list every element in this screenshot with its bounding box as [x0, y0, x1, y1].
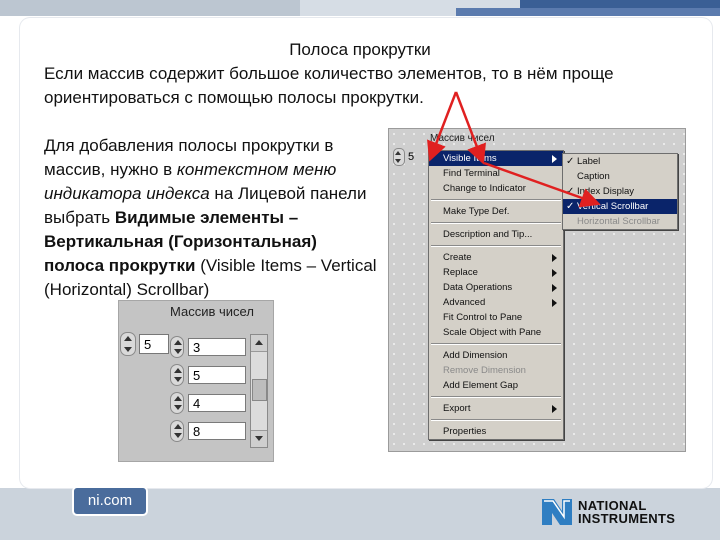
- menu-separator: [431, 199, 561, 201]
- ni-eagle-logo-icon: [542, 499, 572, 525]
- index-spinner[interactable]: [120, 332, 136, 356]
- menu-item-label: Visible Items: [443, 153, 497, 164]
- array-element: 4: [170, 392, 246, 414]
- menu-item-advanced[interactable]: Advanced: [429, 295, 563, 310]
- menu-item-create[interactable]: Create: [429, 250, 563, 265]
- element-spinner[interactable]: [170, 364, 184, 386]
- menu-item-label: Create: [443, 252, 472, 263]
- banner-segment: [0, 0, 300, 16]
- index-display: 5: [120, 332, 169, 356]
- website-badge[interactable]: ni.com: [72, 486, 148, 516]
- submenu-arrow-icon: [552, 269, 557, 277]
- visible-items-submenu: ✓ Label Caption ✓ Index Display ✓ Vertical Scr…: [562, 153, 678, 230]
- shot-array-label: Массив чисел: [430, 133, 495, 144]
- scroll-down-icon[interactable]: [251, 430, 267, 447]
- element-spinner[interactable]: [170, 420, 184, 442]
- scroll-up-icon[interactable]: [251, 335, 267, 352]
- submenu-item-label: Label: [577, 156, 601, 167]
- ni-wordmark-line2: INSTRUMENTS: [578, 511, 676, 526]
- array-element: 8: [170, 420, 246, 442]
- menu-item-label: Find Terminal: [443, 168, 500, 179]
- submenu-item-label: Horizontal Scrollbar: [577, 216, 660, 227]
- menu-item-label: Remove Dimension: [443, 365, 526, 376]
- submenu-item-label: Vertical Scrollbar: [577, 201, 649, 212]
- scroll-thumb[interactable]: [252, 379, 267, 401]
- menu-separator: [431, 396, 561, 398]
- context-menu: Visible Items Find Terminal Change to Indi…: [428, 150, 564, 440]
- ni-wordmark: NATIONAL INSTRUMENTS: [578, 499, 675, 525]
- menu-item-properties[interactable]: Properties: [429, 424, 563, 439]
- menu-item-data-operations[interactable]: Data Operations: [429, 280, 563, 295]
- element-value-field[interactable]: 5: [188, 366, 246, 384]
- submenu-item-label: Caption: [577, 171, 610, 182]
- menu-item-export[interactable]: Export: [429, 401, 563, 416]
- menu-separator: [431, 245, 561, 247]
- top-banner: [0, 0, 720, 16]
- menu-item-description-and-tip[interactable]: Description and Tip...: [429, 227, 563, 242]
- submenu-item-horizontal-scrollbar[interactable]: Horizontal Scrollbar: [563, 214, 677, 229]
- shot-index-display: 5: [393, 148, 414, 166]
- menu-item-label: Replace: [443, 267, 478, 278]
- submenu-item-label[interactable]: ✓ Label: [563, 154, 677, 169]
- menu-item-label: Data Operations: [443, 282, 513, 293]
- menu-item-fit-control-to-pane[interactable]: Fit Control to Pane: [429, 310, 563, 325]
- menu-item-change-to-indicator[interactable]: Change to Indicator: [429, 181, 563, 196]
- banner-segment-blue: [456, 8, 720, 16]
- submenu-item-vertical-scrollbar[interactable]: ✓ Vertical Scrollbar: [563, 199, 677, 214]
- ni-logo: NATIONAL INSTRUMENTS: [540, 495, 675, 529]
- menu-item-label: Advanced: [443, 297, 486, 308]
- vertical-scrollbar[interactable]: [250, 334, 268, 448]
- array-element: 3: [170, 336, 246, 358]
- menu-item-label: Description and Tip...: [443, 229, 533, 240]
- menu-item-visible-items[interactable]: Visible Items: [429, 151, 563, 166]
- submenu-item-index-display[interactable]: ✓ Index Display: [563, 184, 677, 199]
- menu-item-scale-object-with-pane[interactable]: Scale Object with Pane: [429, 325, 563, 340]
- slide-title: Полоса прокрутки: [289, 40, 431, 59]
- submenu-arrow-icon: [552, 254, 557, 262]
- checkmark-icon: ✓: [566, 156, 575, 167]
- menu-item-make-type-def[interactable]: Make Type Def.: [429, 204, 563, 219]
- shot-index-value: 5: [408, 151, 415, 163]
- menu-item-label: Fit Control to Pane: [443, 312, 523, 323]
- index-value-field[interactable]: 5: [139, 334, 169, 354]
- checkmark-icon: ✓: [566, 201, 575, 212]
- menu-item-label: Export: [443, 403, 471, 414]
- submenu-item-label: Index Display: [577, 186, 635, 197]
- element-spinner[interactable]: [170, 336, 184, 358]
- menu-item-remove-dimension[interactable]: Remove Dimension: [429, 363, 563, 378]
- submenu-arrow-icon: [552, 299, 557, 307]
- menu-separator: [431, 419, 561, 421]
- menu-item-label: Properties: [443, 426, 487, 437]
- checkmark-icon: ✓: [566, 186, 575, 197]
- menu-item-label: Add Element Gap: [443, 380, 518, 391]
- menu-separator: [431, 343, 561, 345]
- menu-separator: [431, 222, 561, 224]
- menu-item-label: Make Type Def.: [443, 206, 510, 217]
- submenu-item-caption[interactable]: Caption: [563, 169, 677, 184]
- menu-item-add-dimension[interactable]: Add Dimension: [429, 348, 563, 363]
- element-value-field[interactable]: 3: [188, 338, 246, 356]
- instruction-text: Для добавления полосы прокрутки в массив…: [44, 134, 380, 302]
- submenu-arrow-icon: [552, 405, 557, 413]
- array-elements: 3 5 4 8: [170, 334, 270, 452]
- shot-index-spinner[interactable]: [393, 148, 405, 166]
- intro-text: Если массив содержит большое количество …: [44, 64, 614, 107]
- submenu-arrow-icon: [552, 284, 557, 292]
- menu-item-label: Scale Object with Pane: [443, 327, 542, 338]
- menu-item-find-terminal[interactable]: Find Terminal: [429, 166, 563, 181]
- menu-item-replace[interactable]: Replace: [429, 265, 563, 280]
- element-value-field[interactable]: 8: [188, 422, 246, 440]
- array-label: Массив чисел: [166, 304, 258, 319]
- element-value-field[interactable]: 4: [188, 394, 246, 412]
- array-element: 5: [170, 364, 246, 386]
- menu-item-label: Change to Indicator: [443, 183, 526, 194]
- element-spinner[interactable]: [170, 392, 184, 414]
- submenu-arrow-icon: [552, 155, 557, 163]
- menu-item-add-element-gap[interactable]: Add Element Gap: [429, 378, 563, 393]
- menu-item-label: Add Dimension: [443, 350, 508, 361]
